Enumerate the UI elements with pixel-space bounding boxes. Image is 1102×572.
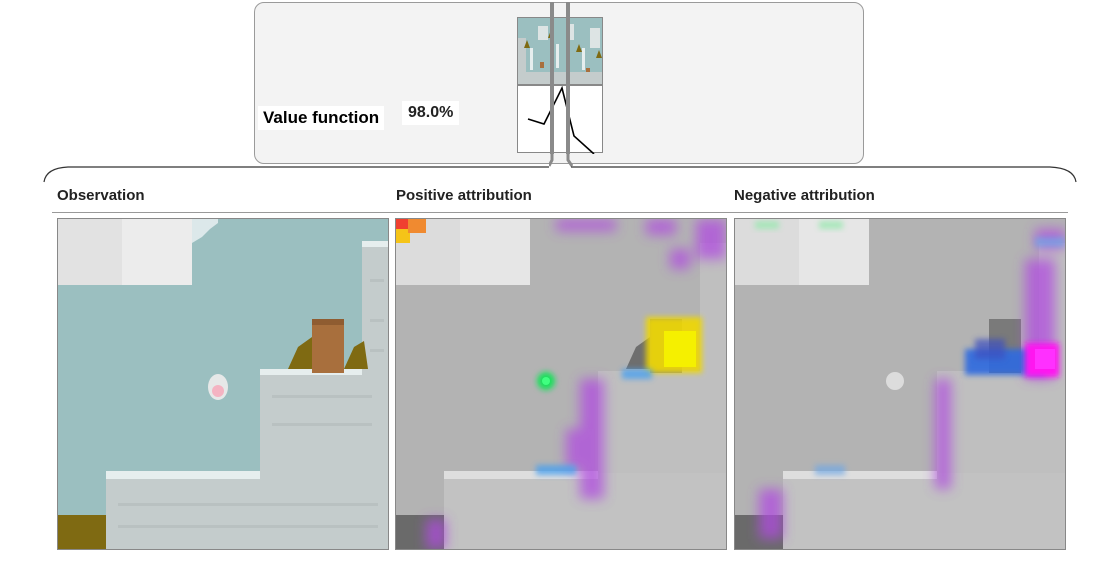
timeline-cursor-icon[interactable] [549, 2, 573, 168]
section-divider [52, 212, 1068, 213]
positive-attribution-image [395, 218, 727, 550]
negative-attribution-title: Negative attribution [734, 187, 875, 204]
value-function-value: 98.0% [402, 101, 460, 125]
brace-connector [43, 166, 1077, 183]
observation-title: Observation [57, 187, 145, 204]
observation-image [57, 218, 389, 550]
negative-attribution-image [734, 218, 1066, 550]
positive-attribution-title: Positive attribution [396, 187, 532, 204]
value-function-label: Value function [258, 106, 385, 130]
